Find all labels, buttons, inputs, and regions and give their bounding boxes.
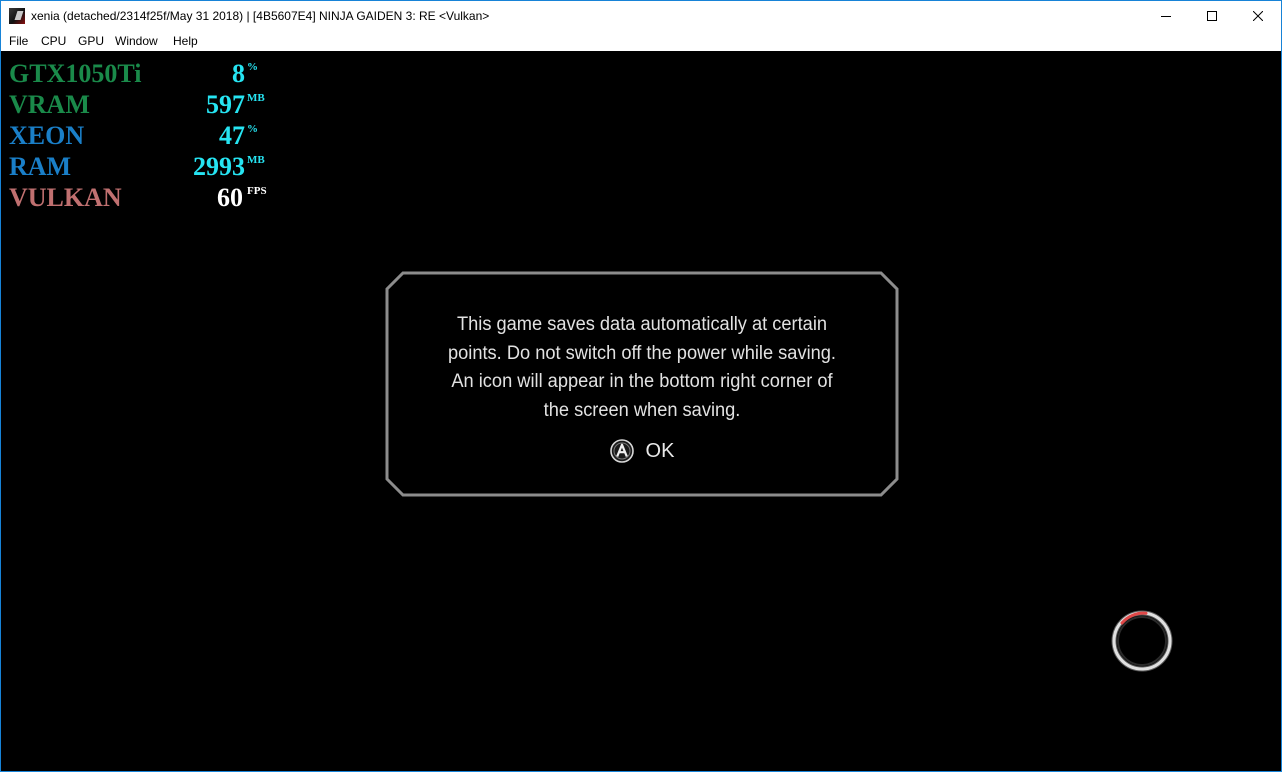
osd-label: VRAM bbox=[9, 90, 90, 119]
dialog-message-line: An icon will appear in the bottom right … bbox=[451, 371, 833, 392]
osd-unit: FPS bbox=[247, 185, 267, 197]
osd-row-ram: RAM 2993 MB bbox=[9, 152, 279, 182]
osd-value: 60 bbox=[217, 183, 243, 212]
osd-label: VULKAN bbox=[9, 183, 122, 212]
minimize-icon bbox=[1161, 16, 1171, 17]
autosave-notice-dialog: This game saves data automatically at ce… bbox=[385, 271, 899, 497]
osd-value: 47 bbox=[219, 121, 245, 150]
xenia-app-icon[interactable] bbox=[9, 8, 25, 24]
osd-row-vram: VRAM 597 MB bbox=[9, 90, 279, 120]
osd-label: GTX1050Ti bbox=[9, 59, 142, 88]
dialog-message-line: points. Do not switch off the power whil… bbox=[448, 342, 836, 364]
menu-gpu[interactable]: GPU bbox=[78, 34, 104, 48]
performance-overlay: GTX1050Ti 8 % VRAM 597 MB XEON 47 % RAM … bbox=[9, 59, 279, 219]
maximize-button[interactable] bbox=[1189, 1, 1235, 31]
menu-help[interactable]: Help bbox=[173, 34, 198, 48]
osd-value: 2993 bbox=[193, 152, 245, 181]
osd-row-fps: VULKAN 60 FPS bbox=[9, 183, 279, 213]
minimize-button[interactable] bbox=[1143, 1, 1189, 31]
dialog-message-line: the screen when saving. bbox=[543, 399, 741, 421]
game-viewport[interactable]: GTX1050Ti 8 % VRAM 597 MB XEON 47 % RAM … bbox=[1, 51, 1281, 771]
saving-spinner-icon bbox=[1111, 610, 1173, 672]
a-button-icon bbox=[609, 439, 634, 463]
osd-value: 597 bbox=[206, 90, 245, 119]
menu-file[interactable]: File bbox=[9, 34, 28, 48]
ok-label: OK bbox=[645, 440, 675, 462]
menu-window[interactable]: Window bbox=[115, 34, 158, 48]
close-icon bbox=[1253, 11, 1263, 21]
dialog-message-line: This game saves data automatically at ce… bbox=[456, 314, 828, 335]
osd-unit: MB bbox=[247, 154, 265, 166]
osd-unit: % bbox=[247, 61, 258, 73]
ok-button[interactable]: OK bbox=[385, 437, 899, 465]
emulator-window: xenia (detached/2314f25f/May 31 2018) | … bbox=[0, 0, 1282, 772]
osd-label: XEON bbox=[9, 121, 85, 150]
menu-cpu[interactable]: CPU bbox=[41, 34, 66, 48]
osd-row-gpu: GTX1050Ti 8 % bbox=[9, 59, 279, 89]
close-button[interactable] bbox=[1235, 1, 1281, 31]
osd-value: 8 bbox=[232, 59, 245, 88]
osd-row-cpu: XEON 47 % bbox=[9, 121, 279, 151]
osd-label: RAM bbox=[9, 152, 72, 181]
dialog-message: This game saves data automatically at ce… bbox=[418, 311, 865, 425]
maximize-icon bbox=[1207, 11, 1217, 21]
osd-unit: MB bbox=[247, 92, 265, 104]
osd-unit: % bbox=[247, 123, 258, 135]
title-bar[interactable]: xenia (detached/2314f25f/May 31 2018) | … bbox=[1, 1, 1281, 31]
window-title: xenia (detached/2314f25f/May 31 2018) | … bbox=[31, 9, 490, 23]
menu-bar: File CPU GPU Window Help bbox=[1, 31, 1281, 51]
